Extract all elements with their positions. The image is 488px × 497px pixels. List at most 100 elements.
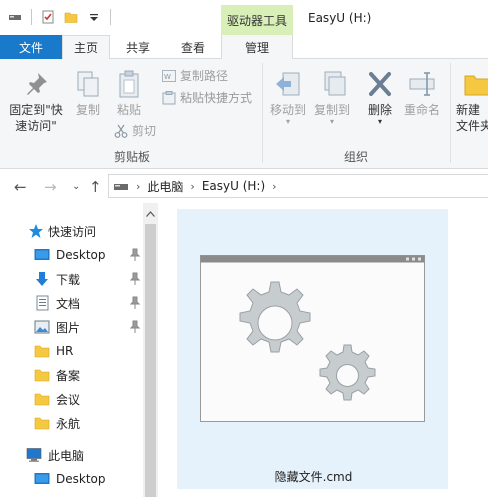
nav-item-folder[interactable]: 会议	[0, 388, 144, 410]
folder-icon	[34, 417, 50, 430]
nav-scrollbar[interactable]	[143, 203, 158, 497]
tab-file[interactable]: 文件	[0, 35, 62, 59]
copy-icon	[77, 71, 99, 97]
tab-manage[interactable]: 管理	[221, 35, 293, 59]
move-to-button[interactable]: 移动到 ▾	[268, 69, 308, 126]
nav-item-label: Desktop	[56, 248, 106, 262]
copy-path-button[interactable]: W 复制路径	[162, 67, 228, 84]
qat-separator	[31, 9, 32, 25]
new-folder-label-line1: 新建	[456, 103, 481, 117]
copy-to-button[interactable]: 复制到 ▾	[312, 69, 352, 126]
new-folder-icon	[464, 75, 488, 96]
copy-path-label: 复制路径	[180, 69, 229, 83]
organize-group-label: 组织	[344, 150, 369, 164]
drive-icon[interactable]	[8, 10, 22, 24]
tab-view[interactable]: 查看	[171, 35, 215, 59]
nav-item-pictures[interactable]: 图片	[0, 316, 144, 338]
cut-label: 剪切	[132, 124, 157, 138]
copy-path-icon: W	[162, 69, 176, 82]
scroll-up-arrow-icon[interactable]	[143, 207, 158, 221]
paste-shortcut-button[interactable]: 粘贴快捷方式	[162, 89, 252, 106]
breadcrumb-this-pc[interactable]: 此电脑	[147, 178, 183, 195]
nav-item-label: Desktop	[56, 472, 106, 486]
group-separator	[450, 63, 451, 163]
nav-item-label: 文档	[56, 296, 81, 311]
nav-item-label: 永航	[56, 416, 81, 431]
copy-button[interactable]: 复制	[72, 69, 104, 118]
new-folder-label-line2: 文件夹	[456, 119, 488, 133]
new-folder-button[interactable]: 新建 文件夹	[456, 69, 488, 134]
address-bar-row: ← → ⌄ ↑ › 此电脑 › EasyU (H:) ›	[0, 170, 488, 202]
pin-icon[interactable]	[130, 248, 140, 262]
navigation-pane: 快速访问 Desktop 下载 文档 图片 HR 备案 会议 永航 此电脑 De…	[0, 203, 158, 497]
title-bar: 驱动器工具 EasyU (H:)	[0, 0, 488, 35]
nav-item-label: HR	[56, 344, 74, 358]
copy-to-icon	[324, 71, 346, 96]
nav-item-documents[interactable]: 文档	[0, 292, 144, 314]
pin-icon[interactable]	[130, 320, 140, 334]
paste-shortcut-icon	[162, 90, 176, 104]
folder-icon	[34, 369, 50, 382]
nav-item-folder[interactable]: 永航	[0, 412, 144, 434]
nav-item-downloads[interactable]: 下载	[0, 268, 144, 290]
star-icon	[29, 224, 43, 238]
customize-qat-icon[interactable]	[87, 10, 101, 24]
ribbon-tabs: 文件 主页 共享 查看 管理	[0, 35, 488, 60]
delete-label: 删除	[367, 103, 392, 117]
breadcrumb-separator[interactable]: ›	[190, 180, 194, 193]
tab-share[interactable]: 共享	[116, 35, 160, 59]
download-icon	[36, 272, 48, 286]
move-to-label: 移动到	[269, 103, 306, 117]
file-item[interactable]: 隐藏文件.cmd	[177, 209, 448, 489]
qat-separator	[110, 9, 111, 25]
paste-icon	[119, 70, 139, 98]
svg-text:W: W	[164, 73, 171, 81]
copy-label: 复制	[75, 103, 100, 117]
pin-icon[interactable]	[130, 296, 140, 310]
rename-icon	[409, 72, 435, 96]
nav-this-pc[interactable]: 此电脑	[0, 444, 144, 466]
nav-item-desktop[interactable]: Desktop	[0, 244, 144, 266]
paste-label: 粘贴	[116, 103, 141, 117]
nav-item-folder[interactable]: 备案	[0, 364, 144, 386]
file-list: 隐藏文件.cmd	[158, 203, 488, 497]
folder-icon	[34, 393, 50, 406]
breadcrumb-separator[interactable]: ›	[136, 180, 140, 193]
address-box[interactable]: › 此电脑 › EasyU (H:) ›	[108, 174, 488, 198]
properties-icon[interactable]	[41, 10, 55, 24]
nav-item-folder[interactable]: HR	[0, 340, 144, 362]
copy-to-label: 复制到	[313, 103, 350, 117]
nav-item-this-pc-desktop[interactable]: Desktop	[0, 468, 144, 490]
scrollbar-thumb[interactable]	[145, 224, 156, 497]
window-title: EasyU (H:)	[308, 11, 372, 25]
pin-icon[interactable]	[130, 272, 140, 286]
back-arrow-icon[interactable]: ←	[14, 178, 27, 196]
cut-button[interactable]: 剪切	[114, 122, 156, 139]
paste-button[interactable]: 粘贴	[112, 69, 146, 118]
documents-icon	[36, 295, 49, 311]
clipboard-group-label: 剪贴板	[114, 150, 151, 164]
nav-quick-access[interactable]: 快速访问	[0, 220, 144, 242]
rename-label: 重命名	[403, 103, 440, 117]
rename-button[interactable]: 重命名	[402, 69, 442, 118]
forward-arrow-icon[interactable]: →	[44, 178, 57, 196]
up-arrow-icon[interactable]: ↑	[89, 178, 102, 196]
pin-icon	[27, 73, 47, 95]
gears-script-icon	[200, 255, 425, 422]
pin-quick-access-button[interactable]: 固定到"快速访问"	[6, 69, 66, 134]
drive-tools-context-tab: 驱动器工具	[221, 5, 293, 35]
tab-home[interactable]: 主页	[62, 35, 110, 60]
nav-item-label: 会议	[56, 392, 81, 407]
delete-button[interactable]: 删除 ▾	[362, 69, 398, 126]
pin-quick-access-label: 固定到"快速访问"	[9, 103, 63, 133]
recent-locations-chevron-icon[interactable]: ⌄	[72, 181, 80, 192]
move-to-icon	[276, 72, 300, 96]
new-folder-icon[interactable]	[64, 10, 78, 24]
drive-icon	[114, 184, 128, 190]
breadcrumb-drive[interactable]: EasyU (H:)	[202, 179, 265, 193]
delete-dropdown-icon: ▾	[377, 117, 382, 126]
delete-icon	[369, 72, 391, 96]
breadcrumb-separator[interactable]: ›	[272, 180, 276, 193]
folder-icon	[34, 345, 50, 358]
nav-this-pc-label: 此电脑	[48, 448, 85, 463]
